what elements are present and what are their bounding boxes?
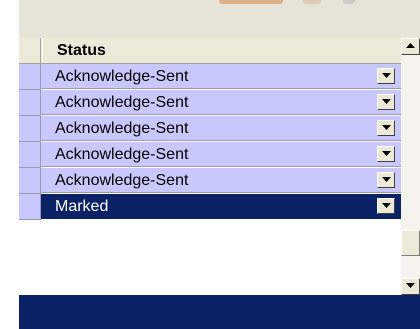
status-value: Acknowledge-Sent: [55, 120, 189, 137]
table-row[interactable]: Acknowledge-Sent: [19, 90, 401, 116]
status-cell[interactable]: Marked: [41, 194, 401, 219]
chevron-down-icon: [382, 177, 391, 182]
status-grid: Status Acknowledge-Sent Acknowledge-Sent: [19, 38, 401, 295]
row-selector[interactable]: [19, 168, 41, 194]
status-dropdown-button[interactable]: [377, 172, 395, 188]
chevron-down-icon: [382, 73, 391, 78]
table-row[interactable]: Acknowledge-Sent: [19, 64, 401, 90]
status-cell[interactable]: Acknowledge-Sent: [41, 168, 401, 193]
row-selector[interactable]: [19, 64, 41, 90]
status-dropdown-button[interactable]: [377, 68, 395, 84]
column-header-status[interactable]: Status: [42, 38, 400, 63]
arrow-down-icon: [406, 283, 415, 288]
row-selector[interactable]: [19, 142, 41, 168]
status-dropdown-button[interactable]: [377, 94, 395, 110]
status-dropdown-button[interactable]: [377, 198, 395, 214]
chevron-down-icon: [382, 125, 391, 130]
status-value: Acknowledge-Sent: [55, 94, 189, 111]
table-row-selected[interactable]: Marked: [19, 194, 401, 220]
scroll-track[interactable]: [401, 55, 420, 278]
chevron-down-icon: [382, 99, 391, 104]
status-cell[interactable]: Acknowledge-Sent: [41, 116, 401, 141]
arrow-up-icon: [406, 43, 415, 48]
row-header-corner: [19, 38, 41, 63]
table-row[interactable]: Acknowledge-Sent: [19, 168, 401, 194]
status-cell[interactable]: Acknowledge-Sent: [41, 90, 401, 115]
cropped-title-fragment: [219, 0, 359, 8]
table-row[interactable]: Acknowledge-Sent: [19, 142, 401, 168]
partially-visible-header-strip: [19, 0, 420, 38]
row-selector[interactable]: [19, 90, 41, 116]
scroll-thumb[interactable]: [401, 230, 420, 256]
row-selector[interactable]: [19, 116, 41, 142]
status-value: Acknowledge-Sent: [55, 68, 189, 85]
status-value: Marked: [55, 198, 109, 215]
selected-row-continuation: [19, 295, 420, 329]
status-value: Acknowledge-Sent: [55, 172, 189, 189]
chevron-down-icon: [382, 203, 391, 208]
scroll-up-button[interactable]: [401, 38, 420, 55]
grid-header-row: Status: [19, 38, 401, 64]
row-selector[interactable]: [19, 194, 41, 220]
status-value: Acknowledge-Sent: [55, 146, 189, 163]
status-cell[interactable]: Acknowledge-Sent: [41, 142, 401, 167]
status-dropdown-button[interactable]: [377, 146, 395, 162]
grid-window: Status Acknowledge-Sent Acknowledge-Sent: [0, 0, 420, 329]
scroll-down-button[interactable]: [401, 278, 420, 295]
status-cell[interactable]: Acknowledge-Sent: [41, 64, 401, 89]
vertical-scrollbar[interactable]: [401, 38, 420, 295]
table-row[interactable]: Acknowledge-Sent: [19, 116, 401, 142]
status-dropdown-button[interactable]: [377, 120, 395, 136]
chevron-down-icon: [382, 151, 391, 156]
